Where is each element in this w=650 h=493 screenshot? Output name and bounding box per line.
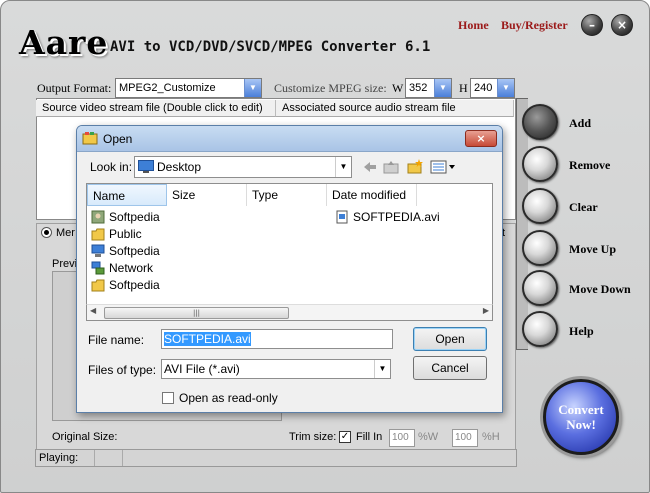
read-only-label: Open as read-only: [179, 391, 278, 405]
close-app-button[interactable]: ×: [611, 14, 633, 36]
file-type-value: AVI File (*.avi): [164, 362, 240, 376]
trim-size-label: Trim size:: [289, 431, 337, 443]
clear-button[interactable]: [522, 188, 558, 224]
chevron-down-icon: ▼: [434, 79, 451, 97]
list-item[interactable]: Softpedia: [89, 209, 160, 225]
width-select[interactable]: 352 ▼: [405, 78, 452, 98]
convert-line-1: Convert: [558, 402, 604, 417]
height-value: 240: [474, 82, 493, 94]
add-button[interactable]: [522, 104, 558, 140]
trim-height-input[interactable]: 100: [452, 429, 478, 447]
scroll-left-icon[interactable]: ◀: [90, 306, 96, 315]
view-menu-icon[interactable]: [430, 159, 456, 175]
back-arrow-icon[interactable]: [362, 159, 378, 175]
scroll-right-icon[interactable]: ▶: [483, 306, 489, 315]
move-up-button[interactable]: [522, 230, 558, 266]
folder-icon: [91, 279, 105, 292]
up-folder-icon[interactable]: [383, 159, 399, 175]
width-value: 352: [409, 82, 428, 94]
dialog-close-button[interactable]: ×: [465, 130, 497, 147]
column-source-audio[interactable]: Associated source audio stream file: [276, 100, 514, 117]
remove-label[interactable]: Remove: [569, 158, 610, 173]
column-size[interactable]: Size: [167, 184, 247, 206]
app-logo: Aare: [19, 23, 109, 62]
minimize-button[interactable]: –: [581, 14, 603, 36]
move-down-label[interactable]: Move Down: [569, 282, 631, 297]
move-up-label[interactable]: Move Up: [569, 242, 616, 257]
trim-height-unit: %H: [482, 431, 500, 443]
computer-icon: [91, 244, 105, 257]
chevron-down-icon: ▼: [374, 360, 390, 378]
fill-in-checkbox[interactable]: ✓: [339, 431, 351, 443]
new-folder-icon[interactable]: [407, 159, 423, 175]
help-label[interactable]: Help: [569, 324, 594, 339]
chevron-down-icon: ▼: [244, 79, 261, 97]
read-only-checkbox[interactable]: [162, 392, 174, 404]
file-name-input[interactable]: SOFTPEDIA.avi: [161, 329, 393, 349]
cancel-button[interactable]: Cancel: [413, 356, 487, 380]
look-in-select[interactable]: Desktop ▼: [134, 156, 352, 178]
add-label[interactable]: Add: [569, 116, 591, 131]
video-file-icon: [336, 210, 348, 224]
merge-radio[interactable]: [41, 227, 52, 238]
output-format-select[interactable]: MPEG2_Customize ▼: [115, 78, 262, 98]
open-button[interactable]: Open: [413, 327, 487, 351]
list-item[interactable]: Network: [89, 260, 153, 276]
side-button-rail: [516, 98, 528, 350]
list-item[interactable]: Softpedia: [89, 277, 160, 293]
look-in-label: Look in:: [90, 160, 133, 174]
network-icon: [91, 261, 105, 275]
chevron-down-icon: ▼: [497, 79, 514, 97]
status-segment: [94, 450, 122, 466]
list-item[interactable]: Softpedia: [89, 243, 160, 259]
dialog-title-bar[interactable]: Open ×: [77, 126, 502, 152]
output-format-label: Output Format:: [37, 81, 112, 95]
status-segment: [122, 450, 516, 466]
open-dialog: Open × Look in: Desktop ▼ Name Size Type…: [76, 125, 503, 413]
desktop-icon: [138, 160, 154, 173]
file-type-label: Files of type:: [88, 363, 157, 377]
file-list[interactable]: Name Size Type Date modified Softpedia P…: [86, 183, 493, 321]
convert-line-2: Now!: [566, 417, 596, 432]
trim-width-input[interactable]: 100: [389, 429, 415, 447]
column-name[interactable]: Name: [87, 184, 167, 206]
app-title: AVI to VCD/DVD/SVCD/MPEG Converter 6.1: [110, 39, 431, 55]
file-name-value: SOFTPEDIA.avi: [164, 332, 251, 346]
scroll-thumb[interactable]: |||: [104, 307, 289, 319]
home-link[interactable]: Home: [458, 18, 489, 33]
fill-in-label: Fill In: [356, 431, 383, 443]
playing-label: Playing:: [39, 452, 79, 464]
move-down-button[interactable]: [522, 270, 558, 306]
column-date-modified[interactable]: Date modified: [327, 184, 417, 206]
column-source-video[interactable]: Source video stream file (Double click t…: [36, 100, 276, 117]
height-select[interactable]: 240 ▼: [470, 78, 515, 98]
width-label: W: [392, 81, 404, 95]
clear-label[interactable]: Clear: [569, 200, 598, 215]
buy-register-link[interactable]: Buy/Register: [501, 18, 568, 33]
list-item[interactable]: SOFTPEDIA.avi: [333, 209, 440, 225]
open-dialog-icon: [82, 132, 98, 145]
dialog-title: Open: [103, 132, 133, 146]
horizontal-scrollbar[interactable]: ◀ ||| ▶: [86, 304, 493, 321]
merge-label: Mer: [56, 227, 75, 239]
folder-icon: [91, 228, 105, 241]
output-format-value: MPEG2_Customize: [119, 82, 216, 94]
list-item[interactable]: Public: [89, 226, 142, 242]
chevron-down-icon: ▼: [335, 157, 351, 177]
preview-label: Previ: [52, 258, 78, 270]
user-folder-icon: [91, 210, 105, 224]
app-window: Aare AVI to VCD/DVD/SVCD/MPEG Converter …: [0, 0, 650, 493]
mpeg-size-label: Customize MPEG size:: [274, 81, 387, 95]
original-size-label: Original Size:: [52, 431, 118, 443]
convert-now-button[interactable]: Convert Now!: [543, 379, 619, 455]
file-name-label: File name:: [88, 333, 145, 347]
status-bar: Playing:: [35, 449, 517, 467]
trim-width-unit: %W: [418, 431, 439, 443]
help-button[interactable]: [522, 311, 558, 347]
remove-button[interactable]: [522, 146, 558, 182]
look-in-value: Desktop: [157, 160, 202, 174]
column-type[interactable]: Type: [247, 184, 327, 206]
file-type-select[interactable]: AVI File (*.avi) ▼: [161, 359, 391, 379]
height-label: H: [459, 81, 468, 95]
